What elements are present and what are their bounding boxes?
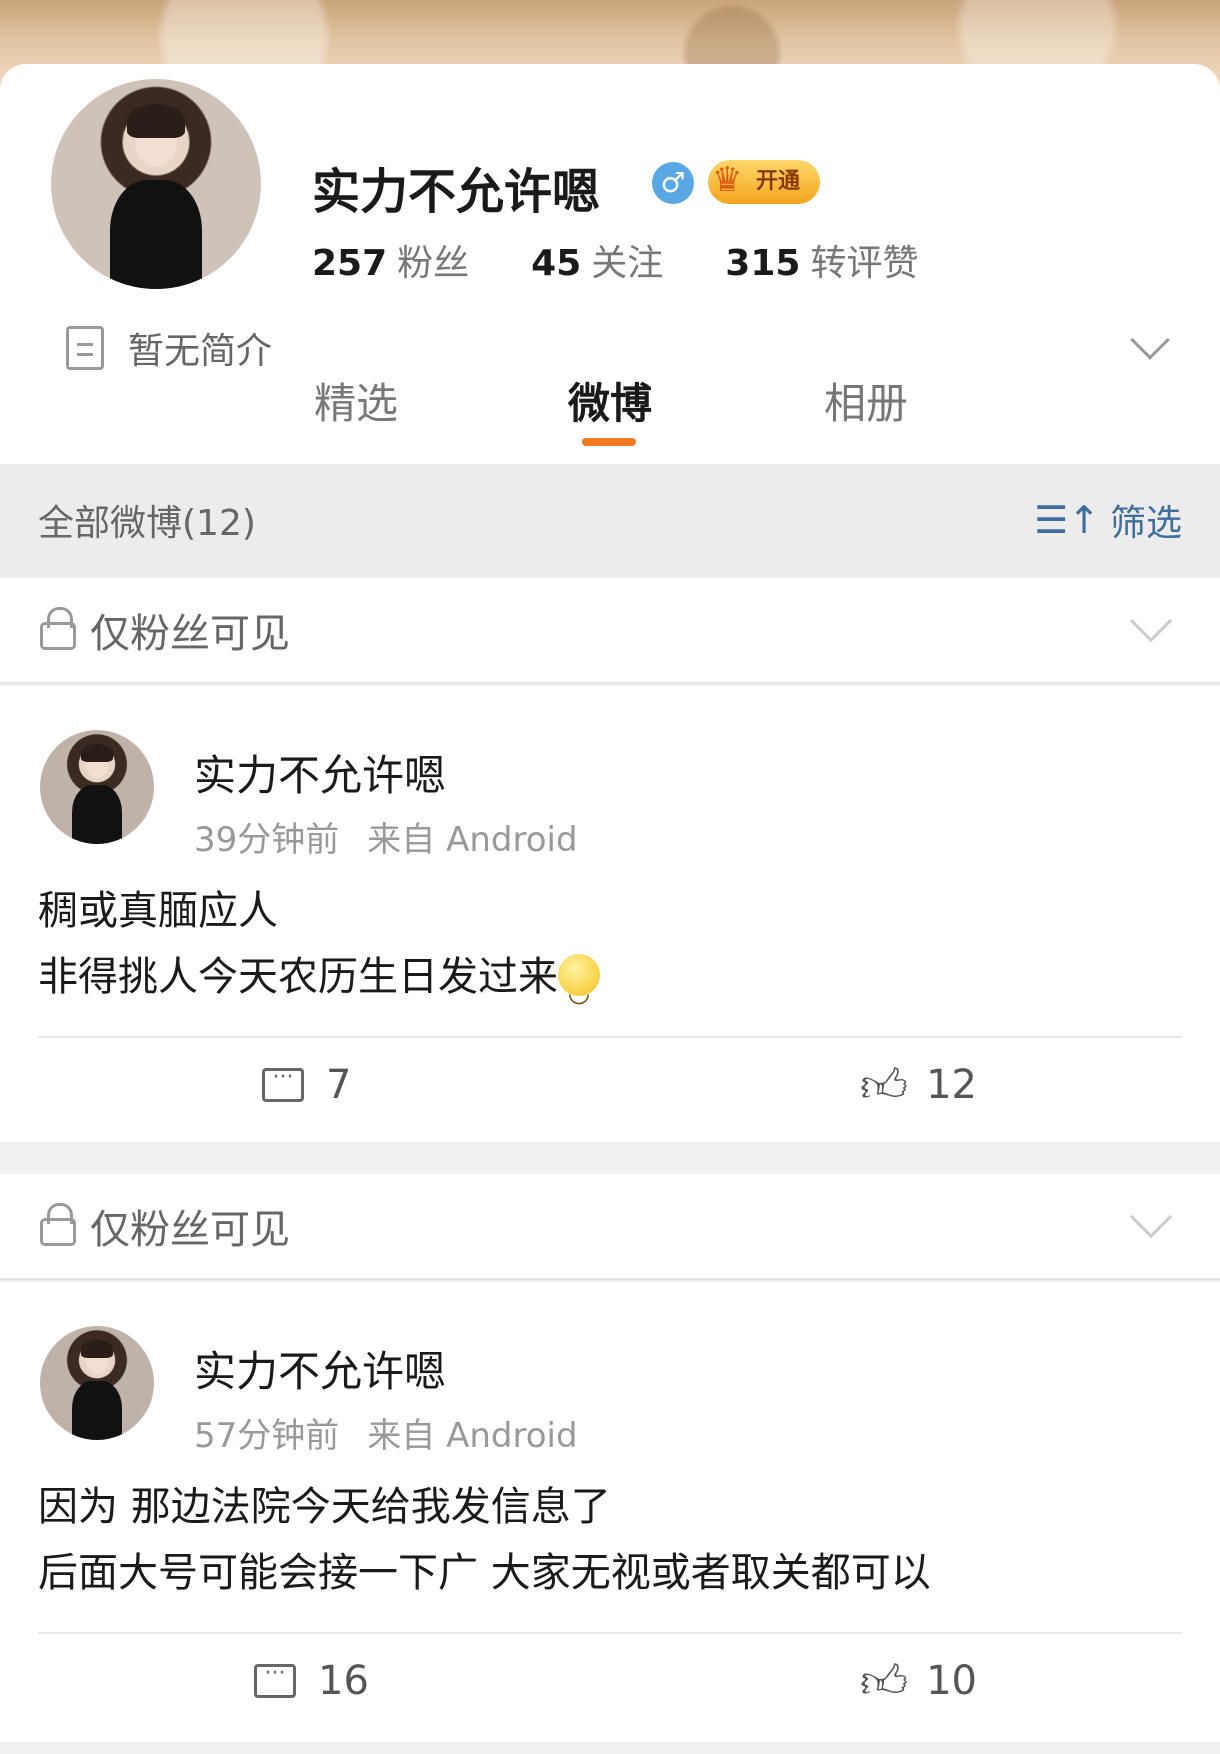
profile-avatar[interactable] bbox=[46, 74, 266, 294]
post-time: 39分钟前 bbox=[194, 820, 340, 860]
fans-only-header[interactable]: 仅粉丝可见 bbox=[0, 1174, 1220, 1280]
post-author-avatar[interactable] bbox=[40, 1326, 154, 1440]
thumbs-up-icon: 👍︎ bbox=[860, 1058, 909, 1112]
like-count: 10 bbox=[926, 1658, 977, 1704]
male-gender-icon: ♂ bbox=[652, 162, 694, 204]
comment-icon bbox=[254, 1661, 296, 1698]
post-source: 来自 Android bbox=[367, 820, 578, 860]
post-text-line: 稠或真腼应人 bbox=[38, 888, 278, 934]
tab-album[interactable]: 相册 bbox=[824, 370, 908, 431]
post-actions: 7 👍︎ 12 bbox=[0, 1036, 1220, 1142]
comment-button[interactable]: 16 bbox=[254, 1658, 369, 1704]
visibility-label: 仅粉丝可见 bbox=[90, 1207, 290, 1253]
post-body[interactable]: 稠或真腼应人 非得挑人今天农历生日发过来 bbox=[38, 878, 600, 1026]
post-time: 57分钟前 bbox=[194, 1416, 340, 1456]
comment-button[interactable]: 7 bbox=[262, 1062, 351, 1108]
filter-bar: 全部微博(12) ☰↑ 筛选 bbox=[0, 464, 1220, 576]
post-author-name[interactable]: 实力不允许嗯 bbox=[194, 1338, 446, 1399]
filter-button[interactable]: ☰↑ 筛选 bbox=[1034, 494, 1182, 546]
sort-icon: ☰↑ bbox=[1034, 498, 1100, 542]
post-author-avatar[interactable] bbox=[40, 730, 154, 844]
tab-featured[interactable]: 精选 bbox=[314, 370, 398, 431]
tab-weibo[interactable]: 微博 bbox=[568, 370, 652, 431]
post-author-name[interactable]: 实力不允许嗯 bbox=[194, 742, 446, 803]
stat-following[interactable]: 45 关注 bbox=[531, 234, 663, 286]
filter-button-label: 筛选 bbox=[1109, 503, 1182, 544]
visibility-label: 仅粉丝可见 bbox=[90, 611, 290, 657]
post-meta: 57分钟前 来自 Android bbox=[194, 1408, 578, 1457]
like-count: 12 bbox=[926, 1062, 977, 1108]
profile-username: 实力不允许嗯 bbox=[312, 164, 601, 220]
stat-interactions[interactable]: 315 转评赞 bbox=[725, 234, 918, 286]
thumbs-up-icon: 👍︎ bbox=[860, 1654, 909, 1708]
fans-only-header[interactable]: 仅粉丝可见 bbox=[0, 578, 1220, 684]
profile-tabs: 精选 微博 相册 bbox=[0, 360, 1220, 460]
smile-emoji-icon bbox=[558, 954, 600, 1026]
lock-icon bbox=[40, 1203, 76, 1246]
comment-icon bbox=[262, 1065, 304, 1102]
post-body[interactable]: 因为 那边法院今天给我发信息了 后面大号可能会接一下广 大家无视或者取关都可以 bbox=[38, 1474, 931, 1606]
comment-count: 16 bbox=[318, 1658, 369, 1704]
all-posts-count: 全部微博(12) bbox=[38, 503, 256, 544]
vip-open-label: 开通 bbox=[756, 169, 801, 194]
crown-icon: ♛ bbox=[712, 160, 743, 200]
post-source: 来自 Android bbox=[367, 1416, 578, 1456]
post-text-line: 因为 那边法院今天给我发信息了 bbox=[38, 1484, 611, 1530]
comment-count: 7 bbox=[326, 1062, 352, 1108]
active-tab-indicator bbox=[582, 438, 636, 446]
vip-open-button[interactable]: ♛ 开通 bbox=[708, 160, 820, 204]
like-button[interactable]: 👍︎ 10 bbox=[860, 1658, 977, 1704]
chevron-down-icon[interactable] bbox=[1130, 320, 1170, 360]
post-card[interactable]: 实力不允许嗯 57分钟前 来自 Android 因为 那边法院今天给我发信息了 后… bbox=[0, 1282, 1220, 1742]
chevron-down-icon[interactable] bbox=[1129, 599, 1173, 643]
post-text-line: 非得挑人今天农历生日发过来 bbox=[38, 954, 558, 1000]
post-actions: 16 👍︎ 10 bbox=[0, 1632, 1220, 1738]
lock-icon bbox=[40, 607, 76, 650]
like-button[interactable]: 👍︎ 12 bbox=[860, 1062, 977, 1108]
stat-followers[interactable]: 257 粉丝 bbox=[312, 234, 469, 286]
profile-stats: 257 粉丝 45 关注 315 转评赞 bbox=[312, 234, 918, 286]
post-meta: 39分钟前 来自 Android bbox=[194, 812, 578, 861]
post-card[interactable]: 实力不允许嗯 39分钟前 来自 Android 稠或真腼应人 非得挑人今天农历生日… bbox=[0, 686, 1220, 1142]
post-text-line: 后面大号可能会接一下广 大家无视或者取关都可以 bbox=[38, 1550, 931, 1596]
chevron-down-icon[interactable] bbox=[1129, 1195, 1173, 1239]
